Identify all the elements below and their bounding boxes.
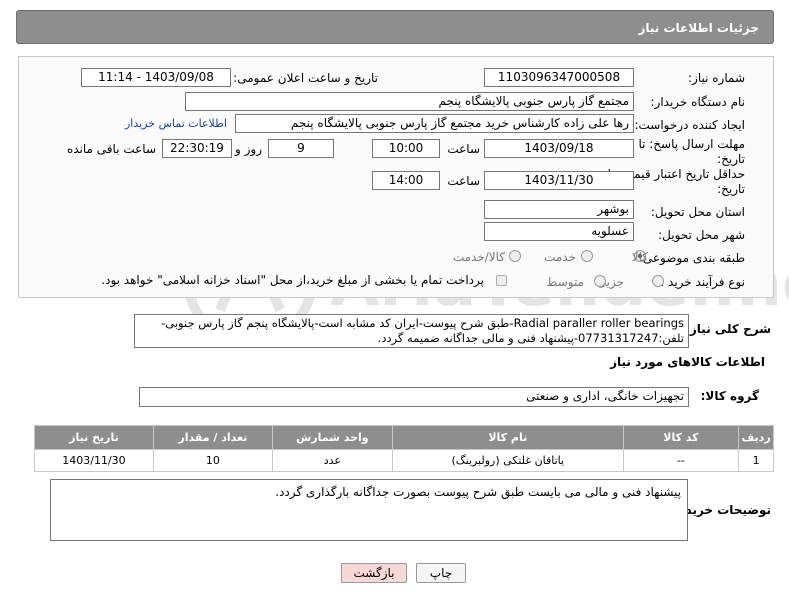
page-header: جزئیات اطلاعات نیاز: [16, 10, 774, 44]
buyer-notes-textarea[interactable]: پیشنهاد فنی و مالی می بایست طبق شرح پیوس…: [50, 479, 688, 541]
buyer-org-label: نام دستگاه خریدار:: [650, 95, 746, 109]
buyer-contact-link[interactable]: اطلاعات تماس خریدار: [125, 117, 227, 130]
goods-group-label: گروه کالا:: [700, 389, 759, 403]
treasury-payment-note: پرداخت تمام یا بخشی از مبلغ خرید،از محل …: [101, 273, 484, 287]
cell-row-number: 1: [738, 449, 774, 472]
table-row: 1 -- یاتاقان غلتکی (رولبرینگ) عدد 10 140…: [34, 449, 774, 472]
cell-goods-code: --: [622, 449, 740, 472]
process-medium-label: متوسط: [546, 275, 584, 289]
col-need-date: تاریخ نیاز: [34, 425, 154, 450]
need-number-label: شماره نیاز:: [688, 71, 745, 85]
process-minor-radio[interactable]: [652, 275, 664, 287]
goods-table-header: ردیف کد کالا نام کالا واحد شمارش تعداد /…: [34, 425, 774, 450]
city-label: شهر محل تحویل:: [658, 228, 745, 242]
time-remaining-field: 22:30:19: [162, 139, 232, 158]
creator-field: رها علی زاده کارشناس خرید مجتمع گاز پارس…: [235, 114, 634, 133]
province-label: استان محل تحویل:: [650, 205, 745, 219]
announce-date-label: تاریخ و ساعت اعلان عمومی:: [233, 71, 378, 85]
back-button[interactable]: بازگشت: [341, 563, 407, 583]
validity-time-field: 14:00: [372, 171, 440, 190]
days-label: روز و: [235, 142, 262, 156]
cell-need-date: 1403/11/30: [34, 449, 154, 472]
col-goods-code: کد کالا: [622, 425, 740, 450]
days-remaining-field: 9: [268, 139, 334, 158]
announce-date-field: 1403/09/08 - 11:14: [81, 68, 231, 87]
treasury-payment-checkbox[interactable]: [496, 275, 507, 286]
validity-label-date: تاریخ:: [717, 182, 745, 196]
province-field: بوشهر: [484, 200, 634, 219]
col-row-number: ردیف: [738, 425, 774, 450]
time-remaining-label: ساعت باقی مانده: [66, 142, 156, 156]
buyer-org-field: مجتمع گاز پارس جنوبی پالایشگاه پنجم: [185, 92, 634, 111]
category-goods-label: کالا: [631, 250, 648, 264]
city-field: عسلویه: [484, 222, 634, 241]
goods-section-title: اطلاعات کالاهای مورد نیاز: [610, 355, 765, 369]
deadline-label: مهلت ارسال پاسخ: تا: [638, 137, 745, 151]
category-goods-service-label: کالا/خدمت: [452, 250, 505, 264]
col-goods-name: نام کالا: [391, 425, 624, 450]
validity-date-field: 1403/11/30: [484, 171, 634, 190]
category-label: طبقه بندی موضوعی:: [638, 251, 745, 265]
validity-time-label: ساعت: [447, 174, 480, 188]
description-label: شرح کلی نیاز:: [685, 322, 771, 336]
cell-goods-name: یاتاقان غلتکی (رولبرینگ): [391, 449, 624, 472]
creator-label: ایجاد کننده درخواست:: [634, 118, 745, 132]
goods-table: ردیف کد کالا نام کالا واحد شمارش تعداد /…: [34, 425, 774, 472]
category-service-label: خدمت: [544, 250, 576, 264]
deadline-label-date: تاریخ:: [717, 152, 745, 166]
deadline-time-label: ساعت: [447, 142, 480, 156]
category-service-radio[interactable]: [581, 250, 593, 262]
description-textarea[interactable]: Radial paraller roller bearings-طبق شرح …: [134, 314, 689, 348]
col-unit: واحد شمارش: [271, 425, 393, 450]
deadline-date-field: 1403/09/18: [484, 139, 634, 158]
process-label: نوع فرآیند خرید :: [660, 275, 745, 289]
cell-quantity: 10: [152, 449, 273, 472]
cell-unit: عدد: [271, 449, 393, 472]
deadline-time-field: 10:00: [372, 139, 440, 158]
need-number-field: 1103096347000508: [484, 68, 634, 87]
goods-group-field: تجهیزات خانگی، اداری و صنعتی: [139, 387, 689, 407]
page-title: جزئیات اطلاعات نیاز: [638, 21, 759, 35]
print-button[interactable]: چاپ: [416, 563, 466, 583]
process-medium-radio[interactable]: [594, 275, 606, 287]
category-goods-service-radio[interactable]: [509, 250, 521, 262]
col-quantity: تعداد / مقدار: [152, 425, 273, 450]
